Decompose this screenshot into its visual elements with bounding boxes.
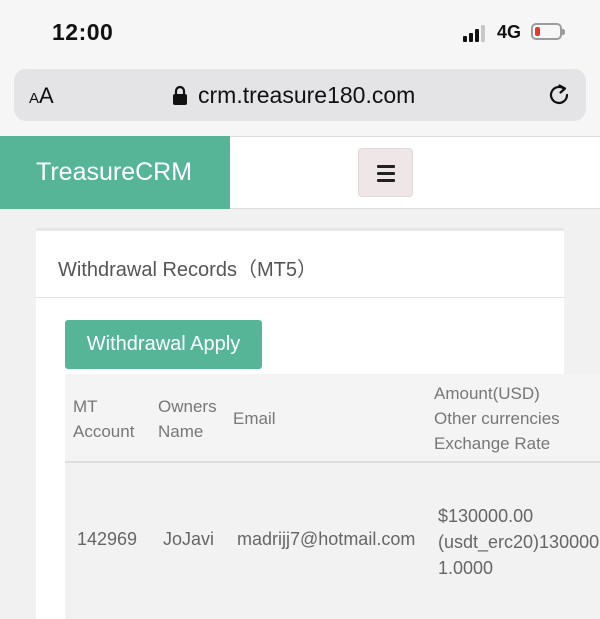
hamburger-icon bbox=[377, 165, 395, 168]
table-row[interactable]: 142969 JoJavi madrijj7@hotmail.com $1300… bbox=[65, 463, 600, 619]
hamburger-menu-button[interactable] bbox=[358, 148, 413, 197]
text-size-button[interactable]: AA bbox=[29, 83, 54, 109]
url-text[interactable]: crm.treasure180.com bbox=[198, 82, 415, 109]
header-amount: Amount(USD) Other currencies Exchange Ra… bbox=[434, 384, 560, 453]
header-email: Email bbox=[233, 409, 276, 428]
network-type: 4G bbox=[497, 22, 522, 42]
page-title: Withdrawal Records（MT5） bbox=[58, 259, 317, 281]
app-header: TreasureCRM bbox=[0, 136, 600, 209]
withdrawal-table: MT Account Owners Name Email Amount(USD)… bbox=[65, 374, 600, 619]
withdrawal-apply-button[interactable]: Withdrawal Apply bbox=[65, 320, 262, 369]
amount-other-currency: (usdt_erc20)130000 bbox=[438, 532, 600, 552]
header-mt-account: MT Account bbox=[73, 397, 135, 441]
amount-usd: $130000.00 bbox=[438, 506, 534, 526]
ios-top-bar: 12:00 4G AA crm.treasure180.com bbox=[0, 0, 600, 136]
status-time: 12:00 bbox=[52, 19, 114, 45]
header-owners-name: Owners Name bbox=[158, 397, 217, 441]
signal-strength-icon bbox=[463, 24, 489, 42]
cell-owners-name: JoJavi bbox=[163, 529, 215, 549]
battery-icon bbox=[531, 23, 565, 40]
reload-icon[interactable] bbox=[546, 82, 572, 108]
table-header: MT Account Owners Name Email Amount(USD)… bbox=[65, 374, 600, 463]
lock-icon bbox=[172, 85, 188, 105]
cell-email: madrijj7@hotmail.com bbox=[237, 529, 416, 549]
cell-amount: $130000.00 (usdt_erc20)130000 1.0000 bbox=[438, 503, 599, 581]
brand-logo[interactable]: TreasureCRM bbox=[0, 136, 230, 209]
card-divider bbox=[36, 297, 564, 298]
cell-mt-account: 142969 bbox=[77, 529, 138, 549]
address-bar[interactable]: AA crm.treasure180.com bbox=[14, 69, 586, 121]
exchange-rate: 1.0000 bbox=[438, 558, 494, 578]
